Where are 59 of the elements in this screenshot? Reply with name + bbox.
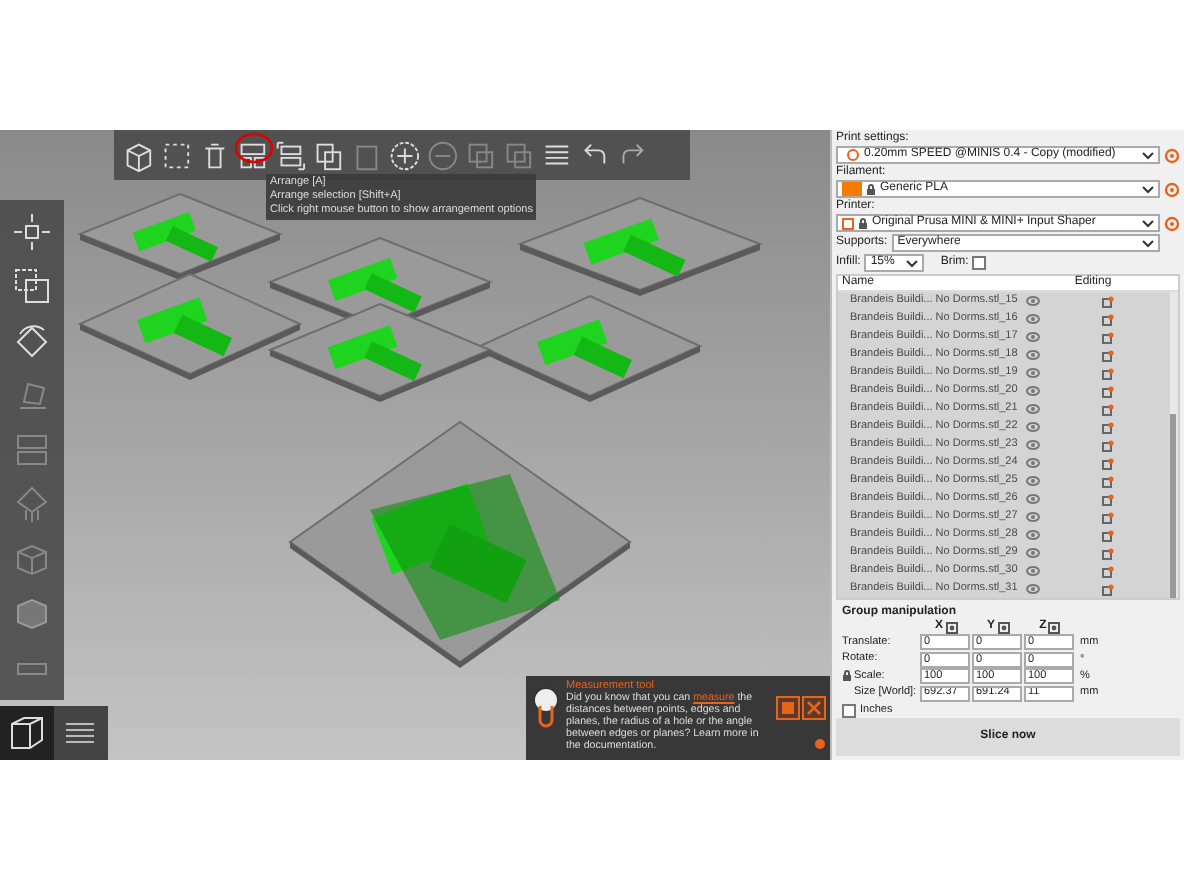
- axis-icon[interactable]: [945, 621, 957, 633]
- highlight-circle: [234, 132, 274, 164]
- eye-icon[interactable]: [1026, 476, 1040, 486]
- lock-icon: [866, 183, 876, 195]
- edit-icon[interactable]: [1102, 403, 1114, 415]
- eye-icon[interactable]: [1026, 512, 1040, 522]
- eye-icon[interactable]: [1026, 548, 1040, 558]
- edit-icon[interactable]: [1102, 295, 1114, 307]
- close-button[interactable]: [802, 696, 826, 720]
- axis-icon[interactable]: [1048, 621, 1061, 633]
- axis-icon[interactable]: [997, 621, 1009, 633]
- settings-icon[interactable]: [1164, 147, 1180, 163]
- edit-icon[interactable]: [1102, 547, 1114, 559]
- 3d-view-button[interactable]: [0, 706, 54, 760]
- eye-icon[interactable]: [1026, 332, 1040, 342]
- eye-icon[interactable]: [1026, 368, 1040, 378]
- edit-icon[interactable]: [1102, 493, 1114, 505]
- scale-icon[interactable]: [10, 263, 54, 308]
- eye-icon[interactable]: [1026, 494, 1040, 504]
- edit-icon[interactable]: [1102, 511, 1114, 523]
- brim-checkbox[interactable]: [972, 256, 987, 270]
- edit-icon[interactable]: [1102, 457, 1114, 469]
- edit-icon[interactable]: [1102, 475, 1114, 487]
- documentation-button[interactable]: [776, 696, 800, 720]
- eye-icon[interactable]: [1026, 296, 1040, 306]
- edit-icon[interactable]: [1102, 421, 1114, 433]
- edit-icon[interactable]: [1102, 529, 1114, 541]
- filament-color-swatch: [842, 182, 862, 196]
- edit-icon[interactable]: [1102, 565, 1114, 577]
- chevron-down-icon: [1142, 185, 1154, 193]
- printer-icon: [842, 217, 854, 229]
- settings-icon[interactable]: [1164, 181, 1180, 197]
- eye-icon[interactable]: [1026, 458, 1040, 468]
- eye-icon[interactable]: [1026, 566, 1040, 576]
- edit-icon[interactable]: [1102, 583, 1114, 595]
- move-icon[interactable]: [10, 209, 54, 254]
- edit-icon[interactable]: [1102, 349, 1114, 361]
- eye-icon[interactable]: [1026, 314, 1040, 324]
- eye-icon[interactable]: [1026, 404, 1040, 414]
- scrollbar-thumb[interactable]: [1170, 414, 1176, 598]
- edit-icon[interactable]: [1102, 439, 1114, 451]
- eye-icon[interactable]: [1026, 440, 1040, 450]
- chevron-down-icon: [1142, 151, 1154, 159]
- settings-icon[interactable]: [1164, 215, 1180, 231]
- eye-icon[interactable]: [1026, 350, 1040, 360]
- lock-icon: [858, 217, 868, 229]
- lock-icon[interactable]: [842, 670, 852, 683]
- chevron-down-icon: [906, 259, 919, 267]
- edit-icon[interactable]: [1102, 367, 1114, 379]
- preview-button[interactable]: [54, 706, 108, 760]
- eye-icon[interactable]: [1026, 530, 1040, 540]
- settings-icon[interactable]: [814, 738, 826, 750]
- inches-checkbox[interactable]: [842, 703, 856, 718]
- edit-icon[interactable]: [1102, 385, 1114, 397]
- edit-icon[interactable]: [1102, 313, 1114, 325]
- edit-icon[interactable]: [1102, 331, 1114, 343]
- eye-icon[interactable]: [1026, 422, 1040, 432]
- eye-icon[interactable]: [1026, 584, 1040, 594]
- eye-icon[interactable]: [1026, 386, 1040, 396]
